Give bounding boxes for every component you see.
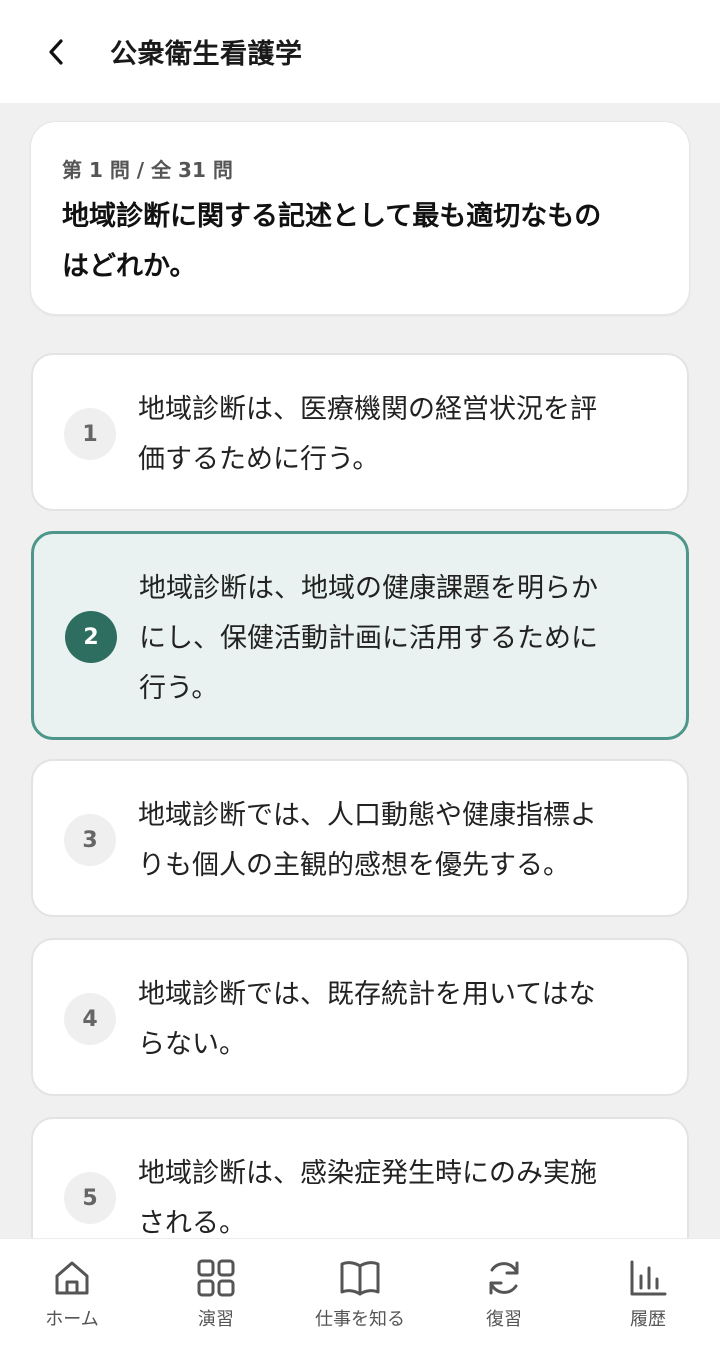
refresh-icon (483, 1257, 525, 1299)
book-icon (339, 1257, 381, 1299)
nav-item-history[interactable]: 履歴 (576, 1239, 720, 1348)
answer-option-4[interactable]: 4 地域診断では、既存統計を用いてはな らない。 (31, 938, 689, 1096)
question-card: 第 1 問 / 全 31 問 地域診断に関する記述として最も適切なもの はどれか… (30, 121, 690, 315)
option-text: 地域診断では、人口動態や健康指標よ りも個人の主観的感想を優先する。 (138, 791, 658, 891)
bar-chart-icon (627, 1257, 669, 1299)
app-root: 公衆衛生看護学 第 1 問 / 全 31 問 地域診断に関する記述として最も適切… (0, 0, 720, 1348)
nav-item-practice[interactable]: 演習 (144, 1239, 288, 1348)
option-text-line: りも個人の主観的感想を優先する。 (138, 850, 570, 881)
option-number-badge: 2 (65, 611, 117, 663)
option-text-line: 地域診断は、感染症発生時にのみ実施 (138, 1158, 597, 1189)
option-text-line: 地域診断は、医療機関の経営状況を評 (138, 394, 597, 425)
nav-label: 演習 (198, 1309, 234, 1330)
answer-option-3[interactable]: 3 地域診断では、人口動態や健康指標よ りも個人の主観的感想を優先する。 (31, 759, 689, 917)
option-text-line: 地域診断は、地域の健康課題を明らか (139, 573, 598, 604)
bottom-navigation: ホーム 演習 仕事を知る 復習 履歴 (0, 1238, 720, 1348)
option-text-line: 地域診断では、人口動態や健康指標よ (138, 800, 597, 831)
option-text-line: らない。 (138, 1029, 246, 1060)
nav-label: 履歴 (630, 1309, 666, 1330)
option-text: 地域診断は、感染症発生時にのみ実施 される。 (138, 1149, 658, 1249)
option-text: 地域診断では、既存統計を用いてはな らない。 (138, 970, 658, 1070)
grid-icon (195, 1257, 237, 1299)
option-text-line: にし、保健活動計画に活用するために (139, 623, 598, 654)
option-text-line: 地域診断では、既存統計を用いてはな (138, 979, 596, 1010)
option-text-line: 行う。 (139, 673, 219, 704)
nav-item-home[interactable]: ホーム (0, 1239, 144, 1348)
option-text: 地域診断は、地域の健康課題を明らか にし、保健活動計画に活用するために 行う。 (139, 564, 659, 714)
home-icon (51, 1257, 93, 1299)
question-line-2: はどれか。 (62, 251, 197, 282)
option-text: 地域診断は、医療機関の経営状況を評 価するために行う。 (138, 385, 658, 485)
nav-label: 仕事を知る (315, 1309, 405, 1330)
option-text-line: 価するために行う。 (138, 444, 380, 475)
nav-item-review[interactable]: 復習 (432, 1239, 576, 1348)
page-title: 公衆衛生看護学 (110, 39, 303, 70)
option-number-badge: 1 (64, 408, 116, 460)
app-header: 公衆衛生看護学 (0, 0, 720, 103)
answer-option-2[interactable]: 2 地域診断は、地域の健康課題を明らか にし、保健活動計画に活用するために 行う… (31, 531, 689, 740)
back-button[interactable] (36, 30, 76, 74)
question-line-1: 地域診断に関する記述として最も適切なもの (62, 201, 602, 232)
nav-label: 復習 (486, 1309, 522, 1330)
nav-item-learn-jobs[interactable]: 仕事を知る (288, 1239, 432, 1348)
question-text: 地域診断に関する記述として最も適切なもの はどれか。 (62, 192, 662, 292)
nav-label: ホーム (45, 1309, 99, 1330)
chevron-left-icon (49, 39, 63, 65)
answer-option-1[interactable]: 1 地域診断は、医療機関の経営状況を評 価するために行う。 (31, 353, 689, 511)
option-number-badge: 3 (64, 814, 116, 866)
option-number-badge: 4 (64, 993, 116, 1045)
question-counter: 第 1 問 / 全 31 問 (62, 158, 233, 182)
option-number-badge: 5 (64, 1172, 116, 1224)
